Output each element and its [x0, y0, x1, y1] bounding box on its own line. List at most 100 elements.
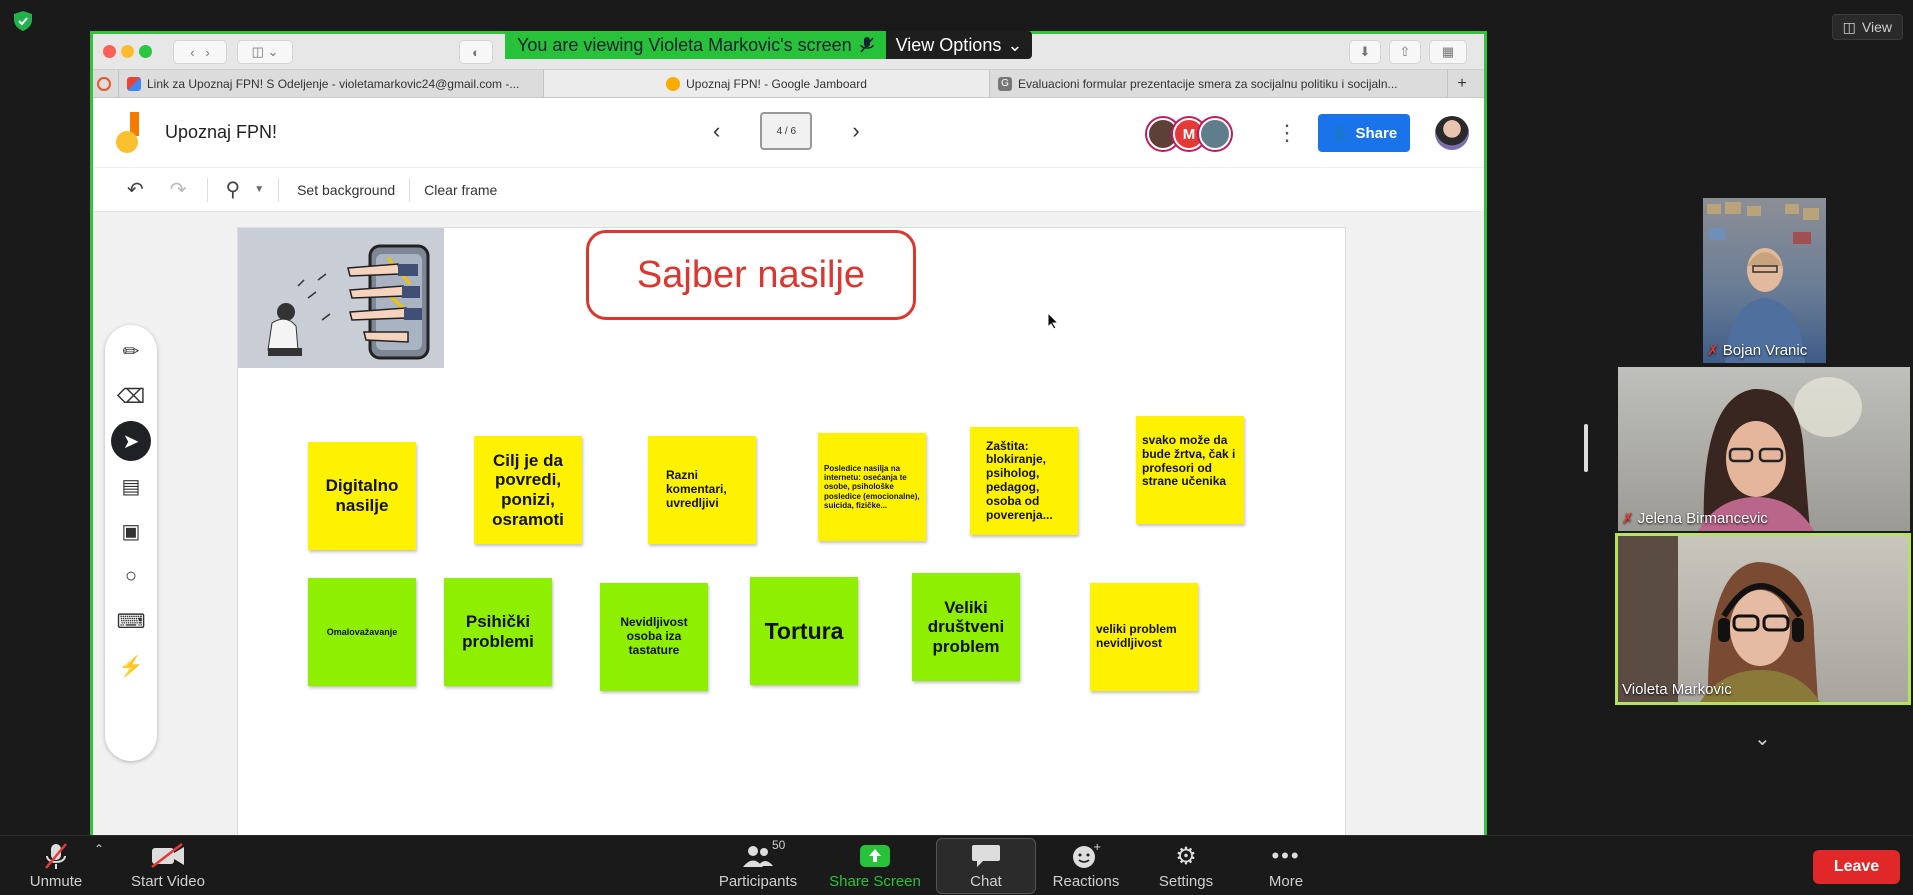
next-frame-icon[interactable]: ›	[852, 118, 859, 144]
participant-video[interactable]: ✗ Jelena Birmancevic	[1618, 367, 1910, 531]
sticky-note[interactable]: Cilj je da povredi, ponizi, osramoti	[474, 436, 582, 544]
zoom-icon[interactable]: ⚲	[226, 177, 241, 202]
sticky-note[interactable]: Digitalno nasilje	[308, 442, 416, 550]
back-arrow-icon[interactable]: ‹	[190, 45, 194, 60]
sticky-note[interactable]: Zaštita: blokiranje, psiholog, pedagog, …	[970, 427, 1078, 535]
maximize-window-button[interactable]	[139, 45, 152, 58]
start-video-button[interactable]: Start Video	[126, 836, 210, 895]
more-button[interactable]: ••• More	[1246, 836, 1326, 895]
screen-share-banner: You are viewing Violeta Markovic's scree…	[505, 31, 1033, 59]
text-box-tool-icon[interactable]: ⌨	[111, 601, 151, 641]
add-person-icon: 👤	[1330, 125, 1350, 142]
chat-icon	[971, 842, 1001, 870]
collaborator-avatars: M	[1147, 118, 1231, 150]
previous-frame-icon[interactable]: ‹	[713, 118, 720, 144]
jamboard-favicon-icon	[666, 76, 681, 91]
back-forward-buttons[interactable]: ‹ ›	[173, 40, 227, 64]
share-button[interactable]: 👤 Share	[1318, 114, 1410, 152]
avatar[interactable]	[1199, 118, 1231, 150]
chevron-down-icon[interactable]: ⌄	[1754, 726, 1771, 751]
sticky-note-tool-icon[interactable]: ▤	[111, 466, 151, 506]
viewing-screen-label: You are viewing Violeta Markovic's scree…	[505, 31, 886, 59]
sidebar-toggle-button[interactable]: ◫ ⌄	[237, 40, 293, 64]
participant-name: Violeta Markovic	[1622, 681, 1732, 698]
share-screen-button[interactable]: Share Screen	[822, 836, 928, 895]
close-window-button[interactable]	[103, 45, 116, 58]
sticky-note[interactable]: Nevidljivost osoba iza tastature	[600, 583, 708, 691]
sticky-note[interactable]: Omalovažavanje	[308, 578, 416, 686]
view-options-button[interactable]: View Options ⌄	[885, 31, 1033, 59]
view-button[interactable]: ◫ View	[1831, 14, 1903, 40]
clear-frame-button[interactable]: Clear frame	[424, 182, 497, 198]
mouse-cursor-icon	[1047, 312, 1059, 330]
participants-icon: 50	[742, 838, 785, 870]
security-shield-icon[interactable]	[12, 10, 34, 32]
sticky-note[interactable]: Veliki društveni problem	[912, 573, 1020, 681]
mic-muted-icon: ✗	[1622, 510, 1634, 526]
board-title-box[interactable]: Sajber nasilje	[586, 230, 916, 320]
zoom-dropdown-icon[interactable]: ▼	[254, 184, 264, 195]
share-screen-icon	[859, 842, 891, 870]
video-off-icon	[150, 842, 186, 870]
downloads-button[interactable]: ⬇	[1349, 40, 1381, 64]
unmute-button[interactable]: Unmute	[24, 836, 88, 895]
new-tab-button[interactable]: +	[1448, 70, 1476, 97]
tab-gmail[interactable]: Link za Upoznaj FPN! S Odeljenje - viole…	[119, 70, 544, 97]
sticky-note[interactable]: Tortura	[750, 577, 858, 685]
leave-button[interactable]: Leave	[1813, 850, 1900, 884]
view-grid-icon: ◫	[1842, 18, 1856, 35]
jam-board[interactable]: Sajber nasilje Digitalno nasilje Cilj je…	[237, 227, 1346, 835]
participant-name: ✗ Bojan Vranic	[1707, 342, 1808, 359]
tab-overview-button[interactable]: ▦	[1429, 40, 1467, 64]
sticky-note[interactable]: veliki problem nevidljivost	[1090, 583, 1198, 691]
redo-icon[interactable]: ↷	[170, 177, 187, 202]
sticky-note[interactable]: Posledice nasilja na internetu: osećanja…	[818, 433, 926, 541]
laser-tool-icon[interactable]: ⚡	[111, 646, 151, 686]
eraser-tool-icon[interactable]: ⌫	[111, 376, 151, 416]
pen-tool-icon[interactable]: ✏	[111, 331, 151, 371]
frame-navigation: ‹ 4 / 6 ›	[713, 112, 860, 150]
sidebar-icon: ◫ ⌄	[251, 44, 279, 59]
sticky-note[interactable]: Razni komentari, uvredljivi	[648, 436, 756, 544]
panel-resize-handle[interactable]	[1584, 424, 1588, 472]
meeting-controls: Unmute ⌃ Start Video 50 Participants Sha…	[0, 835, 1913, 895]
cyberbullying-illustration[interactable]	[238, 228, 444, 368]
frame-bar-button[interactable]: 4 / 6	[760, 112, 813, 150]
jam-title[interactable]: Upoznaj FPN!	[165, 122, 277, 143]
set-background-button[interactable]: Set background	[297, 182, 395, 198]
browser-tab-bar: Link za Upoznaj FPN! S Odeljenje - viole…	[93, 70, 1484, 98]
more-options-icon[interactable]: ⋮	[1276, 120, 1298, 146]
jamboard-header: Upoznaj FPN! ‹ 4 / 6 › M ⋮ 👤 Share	[93, 98, 1484, 168]
participant-video-active-speaker[interactable]: Violeta Markovic	[1615, 533, 1911, 705]
sticky-note[interactable]: svako može da bude žrtva, čak i profesor…	[1136, 416, 1244, 524]
account-avatar[interactable]	[1435, 116, 1469, 150]
cyberbullying-illustration-image	[238, 228, 444, 368]
mic-muted-icon	[859, 37, 874, 53]
mic-muted-icon	[44, 842, 68, 870]
tab-google-form[interactable]: G Evaluacioni formular prezentacije smer…	[990, 70, 1448, 97]
pinned-tab[interactable]	[93, 70, 119, 97]
circle-tool-icon[interactable]: ○	[111, 556, 151, 596]
undo-icon[interactable]: ↶	[127, 177, 144, 202]
image-tool-icon[interactable]: ▣	[111, 511, 151, 551]
privacy-report-button[interactable]: ◐	[459, 40, 493, 64]
participant-name: ✗ Jelena Birmancevic	[1622, 510, 1768, 527]
reactions-button[interactable]: + Reactions	[1046, 836, 1126, 895]
more-dots-icon: •••	[1271, 843, 1301, 868]
settings-button[interactable]: ⚙ Settings	[1146, 836, 1226, 895]
participants-button[interactable]: 50 Participants	[712, 836, 804, 895]
share-sheet-button[interactable]: ⇧	[1389, 40, 1421, 64]
chat-button[interactable]: Chat	[936, 838, 1036, 894]
gmail-icon	[127, 76, 141, 91]
gear-icon: ⚙	[1175, 842, 1197, 870]
sticky-note[interactable]: Psihički problemi	[444, 578, 552, 686]
forward-arrow-icon[interactable]: ›	[205, 45, 209, 60]
tab-jamboard[interactable]: Upoznaj FPN! - Google Jamboard	[544, 70, 990, 97]
minimize-window-button[interactable]	[121, 45, 134, 58]
select-tool-icon[interactable]: ➤	[111, 421, 151, 461]
participant-video[interactable]: ✗ Bojan Vranic	[1703, 198, 1826, 363]
audio-options-caret-icon[interactable]: ⌃	[94, 842, 104, 856]
share-icon: ⇧	[1399, 44, 1411, 59]
jamboard-logo-icon	[116, 112, 139, 153]
download-icon: ⬇	[1359, 44, 1371, 59]
